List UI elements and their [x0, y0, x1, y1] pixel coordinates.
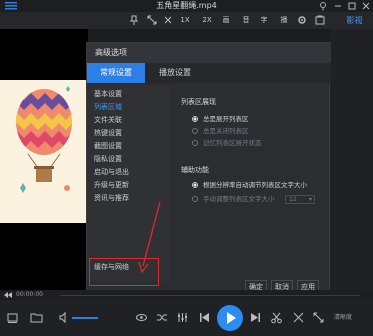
- pin-window-icon[interactable]: [128, 14, 140, 26]
- next-icon[interactable]: [249, 311, 262, 324]
- folder-icon[interactable]: [30, 311, 43, 324]
- toolbox-icon[interactable]: [314, 14, 326, 26]
- radio-indicator[interactable]: [192, 182, 198, 188]
- subtitle-button[interactable]: 字: [258, 14, 270, 26]
- progress-bar[interactable]: 00:00:00: [0, 290, 373, 300]
- nav-item-startup-exit[interactable]: 启动与退出: [87, 166, 170, 178]
- chevron-down-icon: ▾: [308, 196, 312, 203]
- scissors-icon[interactable]: [292, 311, 305, 324]
- toolbar: 1X 2X 画 音 字 播: [0, 12, 336, 29]
- stop-icon[interactable]: [6, 311, 19, 324]
- close-icon[interactable]: [361, 1, 371, 11]
- picture-button[interactable]: 画: [220, 14, 232, 26]
- font-size-value: 12: [289, 196, 297, 203]
- aux-heading: 辅助功能: [181, 166, 209, 174]
- playlist-panel: [330, 29, 373, 290]
- radio-manual-font-size[interactable]: 手动调整列表区文字大小: [191, 194, 275, 204]
- expand-icon[interactable]: [312, 311, 325, 324]
- title-bar: 五角星翻绳.mp4: [0, 0, 373, 12]
- tab-playback-settings[interactable]: 播放设置: [145, 63, 205, 83]
- dialog-tabs: 常规设置 播放设置: [87, 63, 331, 83]
- settings-icon[interactable]: [296, 14, 308, 26]
- eye-icon[interactable]: [135, 311, 148, 324]
- play-button-toolbar[interactable]: 播: [278, 14, 290, 26]
- audio-button[interactable]: 音: [240, 14, 252, 26]
- hd-label[interactable]: 清晰度: [334, 312, 352, 324]
- play-icon: [227, 312, 236, 324]
- equalizer-icon[interactable]: [176, 311, 189, 324]
- radio-indicator[interactable]: [192, 196, 198, 202]
- nav-item-list-area[interactable]: 列表区域: [87, 101, 170, 113]
- fullscreen-icon[interactable]: [146, 14, 158, 26]
- option-label: 总是关闭列表区: [203, 127, 249, 135]
- cut-icon[interactable]: [270, 311, 283, 324]
- tab-general-settings[interactable]: 常规设置: [87, 63, 145, 83]
- shuffle-icon[interactable]: [155, 311, 168, 324]
- player-controls: 清晰度: [0, 300, 373, 336]
- dialog-title: 高级选项: [87, 43, 331, 63]
- previous-icon[interactable]: [198, 311, 211, 324]
- progress-track[interactable]: [60, 295, 360, 296]
- annotation-highlight-box: [89, 258, 159, 286]
- radio-indicator[interactable]: [192, 128, 198, 134]
- radio-remember-state[interactable]: 记忆列表区展开状态: [191, 138, 262, 148]
- settings-content: 列表区展现 总是展开列表区 总是关闭列表区 记忆列表区展开状态 辅助功能 根据分…: [173, 85, 329, 281]
- pin-icon[interactable]: [318, 1, 328, 11]
- minimize-icon[interactable]: [333, 1, 343, 11]
- video-frame: [0, 80, 88, 223]
- option-label: 根据分辨率自动调节列表区文字大小: [203, 181, 307, 189]
- speed-2x-button[interactable]: 2X: [200, 14, 214, 26]
- option-label: 手动调整列表区文字大小: [203, 195, 275, 203]
- font-size-select[interactable]: 12 ▾: [285, 195, 315, 204]
- radio-auto-font-size[interactable]: 根据分辨率自动调节列表区文字大小: [191, 180, 307, 190]
- radio-indicator[interactable]: [192, 140, 198, 146]
- nav-item-basic[interactable]: 基本设置: [87, 88, 170, 100]
- time-display: 00:00:00: [16, 291, 43, 298]
- speed-1x-button[interactable]: 1X: [178, 14, 192, 26]
- radio-always-expand[interactable]: 总是展开列表区: [191, 114, 249, 124]
- option-label: 总是展开列表区: [203, 115, 249, 123]
- shrink-icon[interactable]: [162, 14, 174, 26]
- play-button[interactable]: [217, 305, 243, 331]
- maximize-icon[interactable]: [347, 1, 357, 11]
- volume-icon[interactable]: [58, 311, 71, 324]
- volume-slider[interactable]: [72, 317, 98, 319]
- radio-indicator[interactable]: [192, 116, 198, 122]
- nav-item-screenshot[interactable]: 截图设置: [87, 140, 170, 152]
- rewind-icon[interactable]: [4, 292, 12, 298]
- radio-always-close[interactable]: 总是关闭列表区: [191, 126, 249, 136]
- nav-item-update[interactable]: 升级与更新: [87, 179, 170, 191]
- nav-item-hotkeys[interactable]: 热键设置: [87, 127, 170, 139]
- nav-item-file-association[interactable]: 文件关联: [87, 114, 170, 126]
- tab-movies[interactable]: 影视: [336, 12, 373, 29]
- list-display-heading: 列表区展现: [181, 98, 216, 106]
- nav-item-privacy[interactable]: 隐私设置: [87, 153, 170, 165]
- option-label: 记忆列表区展开状态: [203, 139, 262, 147]
